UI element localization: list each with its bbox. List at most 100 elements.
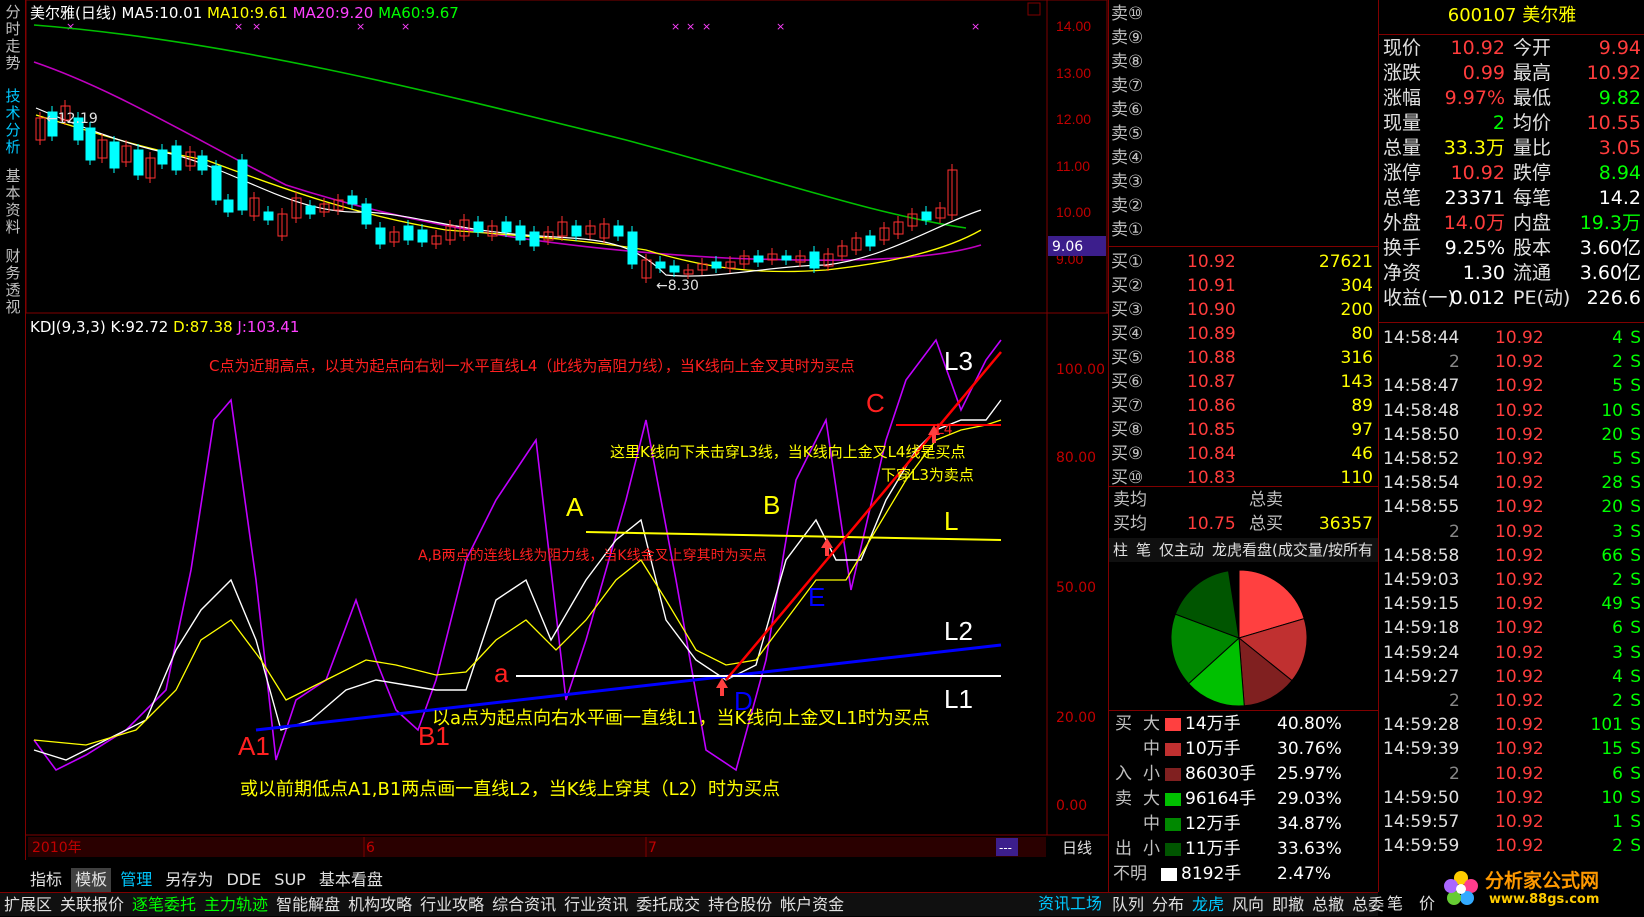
x-label-year: 2010年 [32, 840, 82, 856]
tick-side: S [1630, 836, 1641, 857]
total-buy-value: 36357 [1318, 514, 1373, 534]
tab-price-view[interactable]: 价 [1419, 892, 1435, 916]
tab-technical[interactable]: 技术分析 [2, 88, 24, 156]
tab-bar[interactable]: 柱 [1109, 538, 1132, 562]
toolbar-item[interactable]: 委托成交 [632, 893, 704, 917]
buy-level-row[interactable]: 买① 10.92 27621 [1109, 250, 1379, 274]
tick-side: S [1630, 570, 1641, 590]
toolbar-item[interactable]: 智能解盘 [272, 893, 344, 917]
kdj-tick: 20.00 [1056, 710, 1096, 726]
tab-template[interactable]: 模板 [71, 868, 112, 892]
toolbar-item[interactable]: 行业攻略 [416, 893, 488, 917]
tick-time: 2 [1449, 352, 1460, 373]
toolbar-item[interactable]: 机构攻略 [344, 893, 416, 917]
sell-level-row: 卖⑦ [1109, 74, 1379, 98]
price-tick: 14.00 [1056, 18, 1091, 34]
buy-level-row[interactable]: 买⑦ 10.86 89 [1109, 394, 1379, 418]
tab-dde[interactable]: DDE [222, 868, 265, 892]
buy-level-volume: 80 [1351, 324, 1373, 344]
tick-time: 14:58:54 [1383, 473, 1460, 494]
toolbar-item[interactable]: 行业资讯 [560, 893, 632, 917]
candles [35, 100, 958, 283]
buy-level-volume: 27621 [1318, 252, 1373, 272]
tick-price: 10.92 [1495, 618, 1544, 639]
svg-text:×: × [686, 20, 695, 33]
svg-text:×: × [776, 20, 785, 33]
order-tab[interactable]: 风向 [1228, 893, 1268, 917]
toolbar-item[interactable]: 帐户资金 [776, 893, 848, 917]
tab-indicator[interactable]: 指标 [26, 868, 66, 892]
tick-row: 14:58:48 10.92 10 S [1379, 399, 1644, 423]
order-tab[interactable]: 龙虎 [1188, 893, 1228, 917]
buy-level-volume: 200 [1340, 300, 1373, 320]
restore-icon[interactable] [1027, 2, 1041, 16]
toolbar-item[interactable]: 持仓股份 [704, 893, 776, 917]
watermark: 分析家公式网 www.88gs.com [1439, 860, 1644, 916]
buy-level-volume: 304 [1340, 276, 1373, 296]
order-tab[interactable]: 即撤 [1268, 893, 1308, 917]
toolbar-item[interactable]: 关联报价 [56, 893, 128, 917]
tick-time: 14:58:48 [1383, 400, 1460, 421]
order-tab[interactable]: 队列 [1108, 893, 1148, 917]
candle-body [655, 261, 666, 269]
tick-time: 14:59:39 [1383, 739, 1460, 760]
buy-level-row[interactable]: 买⑤ 10.88 316 [1109, 346, 1379, 370]
candle-body [157, 149, 168, 165]
kline-chart-svg[interactable]: 14.00 13.00 12.00 11.00 10.00 9.00 9.06 … [26, 0, 1108, 860]
flow-unknown-row: 不明 8192手 2.47% [1109, 862, 1379, 886]
buy-level-row[interactable]: 买④ 10.89 80 [1109, 322, 1379, 346]
tab-dragon-tiger[interactable]: 龙虎看盘(成交量/按所有 [1208, 538, 1377, 562]
flow-pct: 29.03% [1277, 789, 1342, 809]
sell-level-row: 卖③ [1109, 170, 1379, 194]
stock-header: 600107 美尔雅 [1379, 4, 1644, 28]
tab-tick[interactable]: 笔 [1132, 538, 1155, 562]
x-axis-bar[interactable] [28, 837, 1046, 857]
note-l2: 或以前期低点A1,B1两点画一直线L2，当K线上穿其（L2）时为买点 [240, 779, 780, 800]
label-l4: L4 [936, 422, 953, 438]
quote-value: 3.60亿 [1579, 262, 1641, 284]
tab-intraday[interactable]: 分时走势 [2, 4, 24, 72]
tab-save-as[interactable]: 另存为 [161, 868, 217, 892]
quote-row: 涨幅 9.97% 最低 9.82 [1379, 86, 1644, 110]
sell-avg-label: 卖均 [1113, 490, 1147, 510]
sell-level-label: 卖⑦ [1111, 76, 1144, 96]
unknown-swatch [1161, 868, 1177, 881]
price-tick: 13.00 [1056, 65, 1091, 81]
candle-body [223, 199, 234, 213]
toolbar-item[interactable]: 综合资讯 [488, 893, 560, 917]
chart-area[interactable]: 14.00 13.00 12.00 11.00 10.00 9.00 9.06 … [26, 0, 1108, 860]
quote-label: 换手 [1383, 237, 1422, 259]
order-tab[interactable]: 分布 [1148, 893, 1188, 917]
tab-fundamentals[interactable]: 基本资料 [2, 168, 24, 236]
info-workshop-button[interactable]: 资讯工场 [1038, 892, 1102, 916]
quote-row: 涨停 10.92 跌停 8.94 [1379, 161, 1644, 185]
order-tab[interactable]: 总撤 [1308, 893, 1348, 917]
unknown-label: 不明 [1113, 864, 1147, 884]
tick-time: 14:59:18 [1383, 618, 1460, 639]
tab-basic-view[interactable]: 基本看盘 [315, 868, 387, 892]
buy-level-row[interactable]: 买② 10.91 304 [1109, 274, 1379, 298]
buy-level-row[interactable]: 买⑥ 10.87 143 [1109, 370, 1379, 394]
toolbar-item[interactable]: 扩展区 [0, 893, 56, 917]
quote-value: 14.2 [1598, 187, 1641, 209]
tab-tick-view[interactable]: 笔 [1387, 892, 1403, 916]
buy-level-row[interactable]: 买③ 10.90 200 [1109, 298, 1379, 322]
quote-row: 净资 1.30 流通 3.60亿 [1379, 261, 1644, 285]
tab-financials[interactable]: 财务透视 [2, 248, 24, 316]
stock-name: 美尔雅 [1522, 5, 1577, 26]
tab-manage[interactable]: 管理 [116, 868, 156, 892]
buy-level-row[interactable]: 买⑨ 10.84 46 [1109, 442, 1379, 466]
buy-level-row[interactable]: 买⑧ 10.85 97 [1109, 418, 1379, 442]
toolbar-item[interactable]: 逐笔委托 [128, 893, 200, 917]
tab-active-only[interactable]: 仅主动 [1155, 538, 1208, 562]
sell-level-label: 卖⑥ [1111, 100, 1144, 120]
tab-sup[interactable]: SUP [270, 868, 310, 892]
flow-amount: 11万手 [1185, 839, 1241, 859]
tick-side: S [1630, 812, 1641, 832]
tick-time: 14:59:24 [1383, 642, 1460, 663]
period-label[interactable]: 日线 [1062, 839, 1092, 857]
quote-value: 14.0万 [1443, 212, 1505, 234]
quote-value: 3.60亿 [1579, 237, 1641, 259]
toolbar-item[interactable]: 主力轨迹 [200, 893, 272, 917]
tick-volume: 5 [1612, 376, 1623, 397]
